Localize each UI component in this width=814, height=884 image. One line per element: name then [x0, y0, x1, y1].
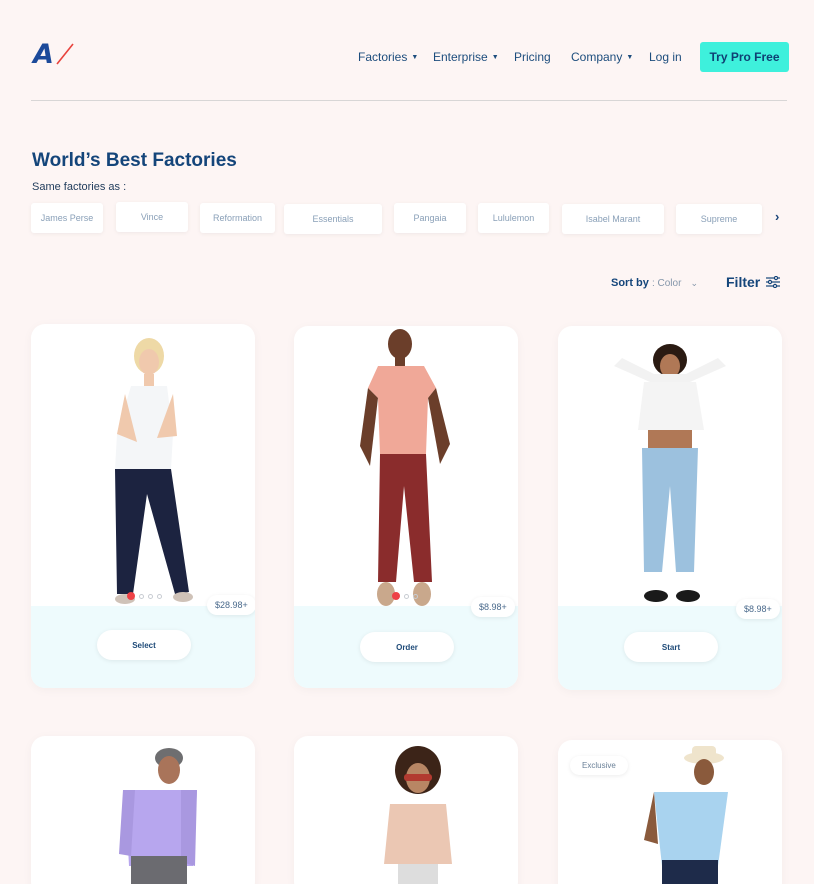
- filter-button[interactable]: Filter: [726, 274, 781, 290]
- start-button[interactable]: Start: [624, 632, 718, 662]
- sort-dropdown[interactable]: Sort by : Color ⌄: [611, 277, 698, 289]
- price-badge: $28.98+: [207, 595, 255, 615]
- product-image: [119, 748, 197, 884]
- chevron-down-icon: ⌄: [690, 278, 699, 288]
- nav-label: Pricing: [514, 50, 551, 64]
- nav-label: Enterprise: [433, 50, 488, 64]
- price-badge: $8.98+: [471, 597, 515, 617]
- brand-chip-list: James Perse Vince Reformation Essentials…: [0, 202, 814, 235]
- same-factories-label: Same factories as :: [32, 181, 127, 193]
- chevron-right-icon[interactable]: ›: [775, 209, 779, 224]
- nav-label: Company: [571, 50, 623, 64]
- nav-enterprise[interactable]: Enterprise ▼: [433, 50, 499, 64]
- product-card[interactable]: Exclusive: [558, 740, 782, 884]
- product-card[interactable]: [294, 736, 518, 884]
- nav-label: Log in: [649, 50, 682, 64]
- nav-factories[interactable]: Factories ▼: [358, 50, 418, 64]
- carousel-dot[interactable]: [413, 593, 418, 599]
- logo-letter: A: [33, 39, 54, 70]
- brand-chip[interactable]: Lululemon: [478, 203, 549, 233]
- brand-chip[interactable]: Isabel Marant: [562, 204, 664, 234]
- brand-chip[interactable]: Reformation: [200, 203, 275, 233]
- product-image: [384, 746, 452, 884]
- brand-chip[interactable]: Supreme: [676, 204, 762, 234]
- product-card[interactable]: $8.98+ Order: [294, 326, 518, 688]
- nav-login[interactable]: Log in: [649, 50, 682, 64]
- brand-chip[interactable]: Pangaia: [394, 203, 466, 233]
- carousel-dot[interactable]: [148, 593, 153, 599]
- nav-pricing[interactable]: Pricing: [514, 50, 551, 64]
- nav-label: Factories: [358, 50, 408, 64]
- filter-label: Filter: [726, 274, 761, 290]
- nav-company[interactable]: Company ▼: [571, 50, 633, 64]
- sort-label: Sort by: [611, 277, 649, 289]
- sliders-icon: [766, 276, 781, 288]
- page-title: World’s Best Factories: [32, 150, 237, 171]
- try-pro-free-button[interactable]: Try Pro Free: [700, 42, 789, 72]
- caret-down-icon: ▼: [626, 54, 634, 61]
- carousel-dot[interactable]: [157, 593, 162, 599]
- carousel-dots: [392, 592, 418, 600]
- product-card[interactable]: [31, 736, 255, 884]
- carousel-dot[interactable]: [127, 592, 135, 600]
- caret-down-icon: ▼: [411, 54, 419, 61]
- logo[interactable]: A: [33, 39, 75, 70]
- carousel-dot[interactable]: [139, 593, 144, 599]
- product-image: [614, 344, 726, 602]
- carousel-dot[interactable]: [404, 593, 409, 599]
- logo-check-icon: [56, 43, 74, 65]
- exclusive-badge: Exclusive: [570, 756, 628, 775]
- caret-down-icon: ▼: [491, 54, 499, 61]
- brand-chip[interactable]: Essentials: [284, 204, 382, 234]
- brand-chip[interactable]: Vince: [116, 202, 188, 232]
- sort-value: : Color: [651, 278, 682, 289]
- price-badge: $8.98+: [736, 599, 780, 619]
- brand-chip[interactable]: James Perse: [31, 203, 103, 233]
- product-card[interactable]: $28.98+ Select: [31, 324, 255, 688]
- select-button[interactable]: Select: [97, 630, 191, 660]
- product-image: [115, 338, 193, 604]
- header-divider: [31, 100, 787, 101]
- carousel-dot[interactable]: [392, 592, 400, 600]
- product-image: [360, 329, 450, 606]
- order-button[interactable]: Order: [360, 632, 454, 662]
- carousel-dots: [127, 592, 162, 600]
- product-card[interactable]: $8.98+ Start: [558, 326, 782, 690]
